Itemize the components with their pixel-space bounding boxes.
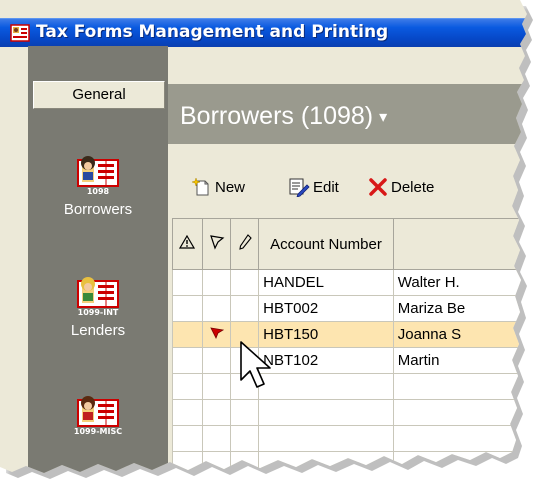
account-number-cell (258, 399, 394, 426)
new-button[interactable]: New (192, 172, 245, 202)
row-warning-cell[interactable] (172, 373, 203, 400)
app-window: Tax Forms Management and Printing Genera… (0, 0, 527, 473)
sidebar-item-code: 1099-INT (77, 308, 119, 317)
column-header-account-number[interactable]: Account Number (258, 218, 394, 270)
red-flag-icon (209, 327, 224, 339)
form-1099-misc-icon (77, 396, 119, 427)
edit-button[interactable]: Edit (288, 172, 339, 202)
section-title[interactable]: Borrowers (1098) ▾ (180, 102, 387, 131)
account-number-cell: HBT150 (258, 321, 394, 348)
delete-button-label: Delete (391, 178, 435, 196)
window-title: Tax Forms Management and Printing (36, 22, 389, 42)
mouse-cursor-icon (240, 341, 271, 388)
row-flag-cell[interactable] (201, 295, 232, 322)
row-warning-cell[interactable] (172, 347, 203, 374)
column-header-flag[interactable] (201, 218, 232, 270)
table-row[interactable]: HBT150 Joanna S (172, 321, 527, 348)
warning-icon (179, 234, 196, 249)
chevron-down-icon: ▾ (379, 109, 388, 127)
general-button[interactable]: General (33, 81, 165, 109)
grid-header-row: Account Number (172, 218, 527, 270)
account-number-cell: NBT102 (258, 347, 394, 374)
sidebar-item-code: 1098 (86, 187, 110, 196)
row-warning-cell[interactable] (172, 425, 203, 452)
form-1099-int-icon (77, 277, 119, 308)
row-edit-cell[interactable] (230, 295, 260, 322)
section-title-text: Borrowers (1098) (180, 102, 374, 130)
table-row[interactable] (172, 425, 527, 452)
pencil-icon (239, 234, 252, 250)
row-flag-cell[interactable] (201, 373, 232, 400)
borrowers-grid: Account Number HANDEL Walter H. HBT002 Mari… (172, 218, 527, 473)
table-row[interactable]: HBT002 Mariza Be (172, 295, 527, 322)
row-flag-cell[interactable] (201, 321, 232, 348)
name-cell (392, 425, 527, 452)
column-header-edit[interactable] (230, 218, 260, 270)
flag-icon (209, 235, 225, 250)
row-warning-cell[interactable] (172, 269, 203, 296)
row-warning-cell[interactable] (172, 321, 203, 348)
account-number-cell: HANDEL (258, 269, 394, 296)
row-flag-cell[interactable] (201, 269, 232, 296)
edit-icon (289, 178, 310, 197)
row-edit-cell[interactable] (230, 269, 260, 296)
row-edit-cell[interactable] (230, 399, 260, 426)
edit-button-label: Edit (313, 178, 339, 196)
grid-body: HANDEL Walter H. HBT002 Mariza Be HBT150 Joan… (172, 269, 527, 473)
screenshot: Tax Forms Management and Printing Genera… (0, 0, 545, 493)
new-button-label: New (215, 178, 246, 196)
form-1098-icon (77, 156, 119, 187)
account-number-cell (258, 425, 394, 452)
column-header-warning[interactable] (172, 218, 203, 270)
table-row[interactable] (172, 399, 527, 426)
row-flag-cell[interactable] (201, 399, 232, 426)
new-document-icon (192, 177, 209, 196)
row-warning-cell[interactable] (172, 295, 203, 322)
row-warning-cell[interactable] (172, 399, 203, 426)
table-row[interactable] (172, 373, 527, 400)
sidebar-item-code: 1099-MISC (73, 427, 123, 436)
sidebar-item-label: Borrowers (63, 201, 133, 218)
title-bar[interactable]: Tax Forms Management and Printing (0, 18, 527, 47)
sidebar-item-lenders[interactable]: 1099-INT Lenders (28, 275, 168, 339)
row-flag-cell[interactable] (201, 347, 232, 374)
row-edit-cell[interactable] (230, 425, 260, 452)
account-number-cell: HBT002 (258, 295, 394, 322)
sidebar-item-label: Lenders (70, 322, 126, 339)
row-flag-cell[interactable] (201, 425, 232, 452)
table-row[interactable]: NBT102 Martin (172, 347, 527, 374)
app-icon (10, 24, 30, 42)
sidebar-item-borrowers[interactable]: 1098 Borrowers (28, 154, 168, 218)
delete-icon (369, 178, 387, 196)
account-number-cell (258, 373, 394, 400)
grid-table: Account Number HANDEL Walter H. HBT002 Mari… (172, 218, 527, 473)
table-row[interactable]: HANDEL Walter H. (172, 269, 527, 296)
delete-button[interactable]: Delete (368, 172, 434, 202)
sidebar-item-1099-misc[interactable]: 1099-MISC (28, 394, 168, 437)
toolbar: New Edit Delete (172, 172, 527, 204)
